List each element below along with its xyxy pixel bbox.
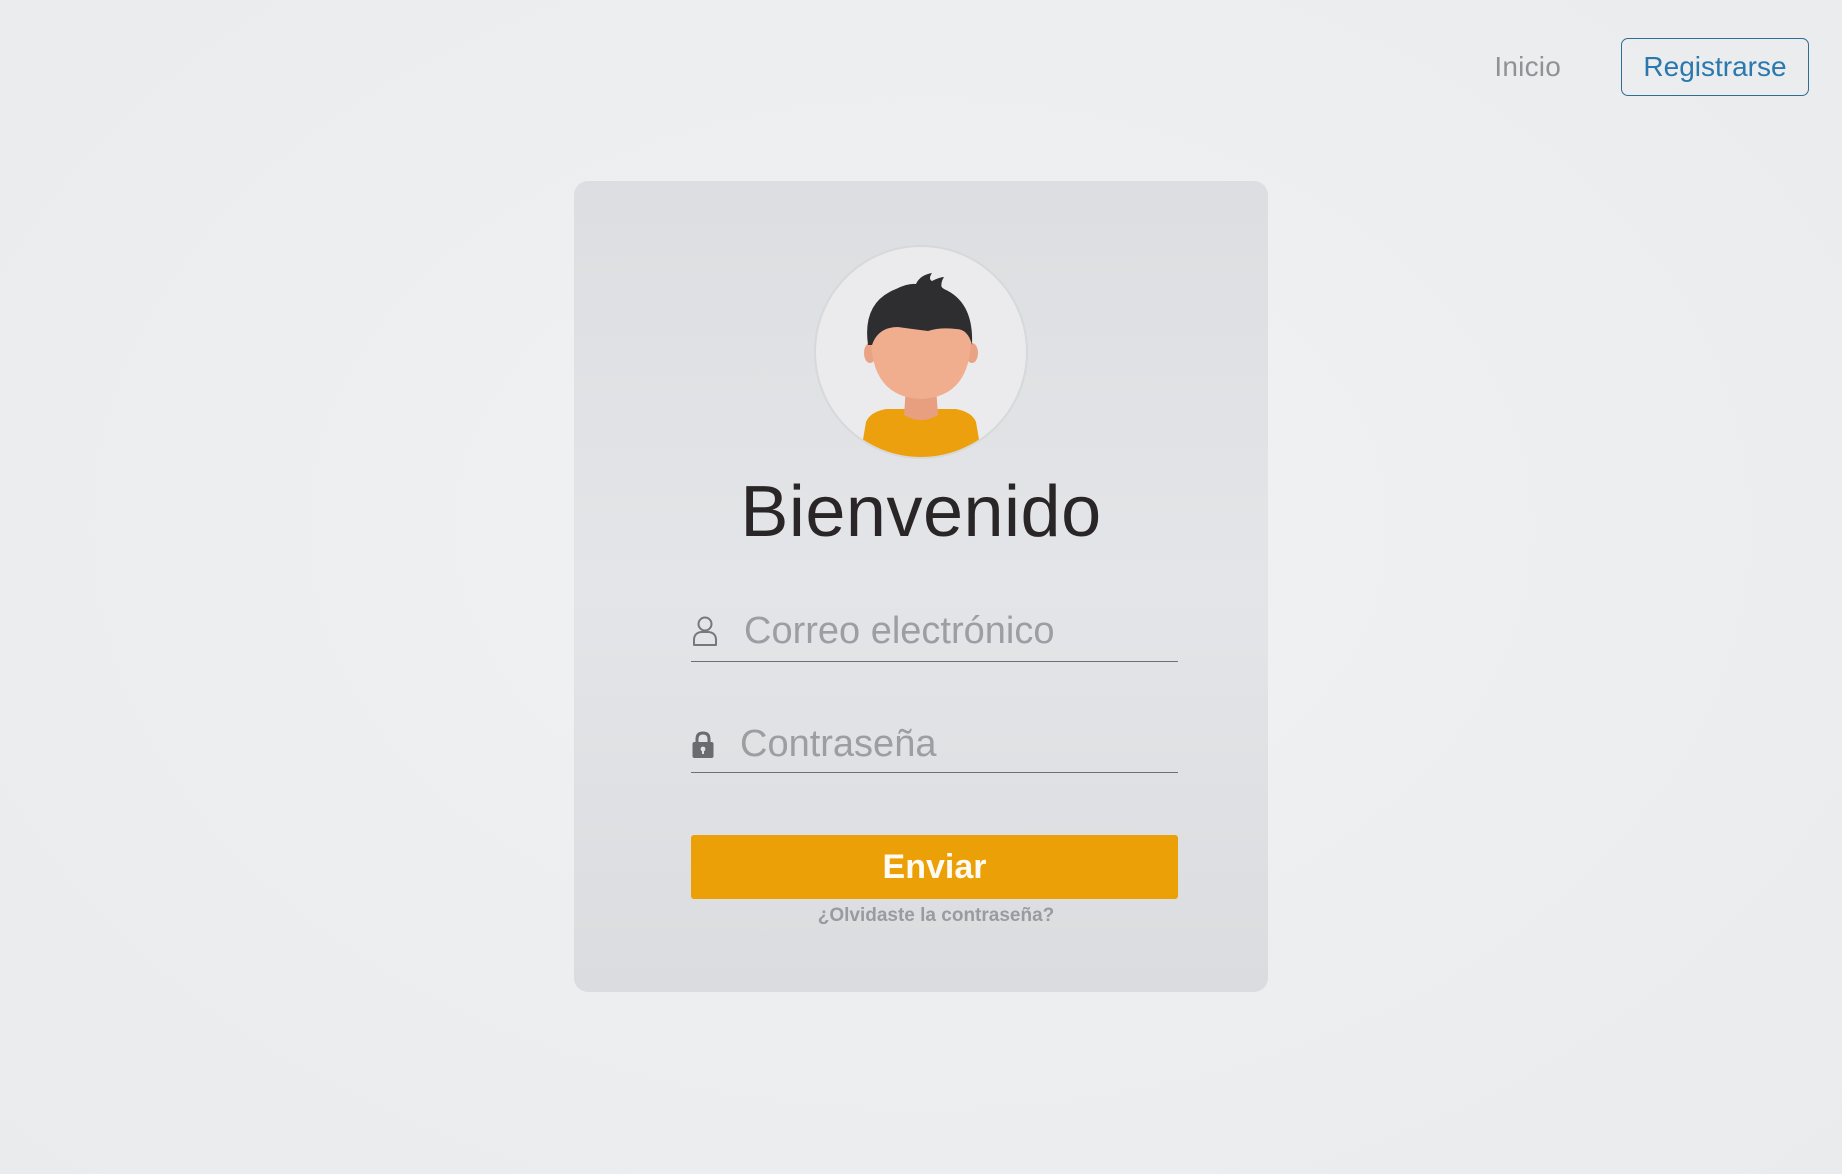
- top-navigation: Inicio Registrarse: [1494, 38, 1809, 96]
- login-card: Bienvenido Enviar ¿Olvidaste la contrase…: [574, 181, 1268, 992]
- user-icon: [691, 614, 719, 648]
- email-input[interactable]: [744, 605, 1233, 657]
- password-input[interactable]: [740, 718, 1229, 771]
- forgot-password-link[interactable]: ¿Olvidaste la contraseña?: [589, 905, 1283, 927]
- email-field-group: [691, 601, 1233, 662]
- lock-icon: [691, 728, 715, 762]
- submit-button[interactable]: Enviar: [691, 835, 1178, 899]
- password-field-group: [691, 717, 1229, 773]
- register-button[interactable]: Registrarse: [1621, 38, 1809, 96]
- welcome-title: Bienvenido: [740, 472, 1102, 552]
- avatar-icon: [814, 245, 1028, 459]
- nav-home-link[interactable]: Inicio: [1494, 51, 1561, 83]
